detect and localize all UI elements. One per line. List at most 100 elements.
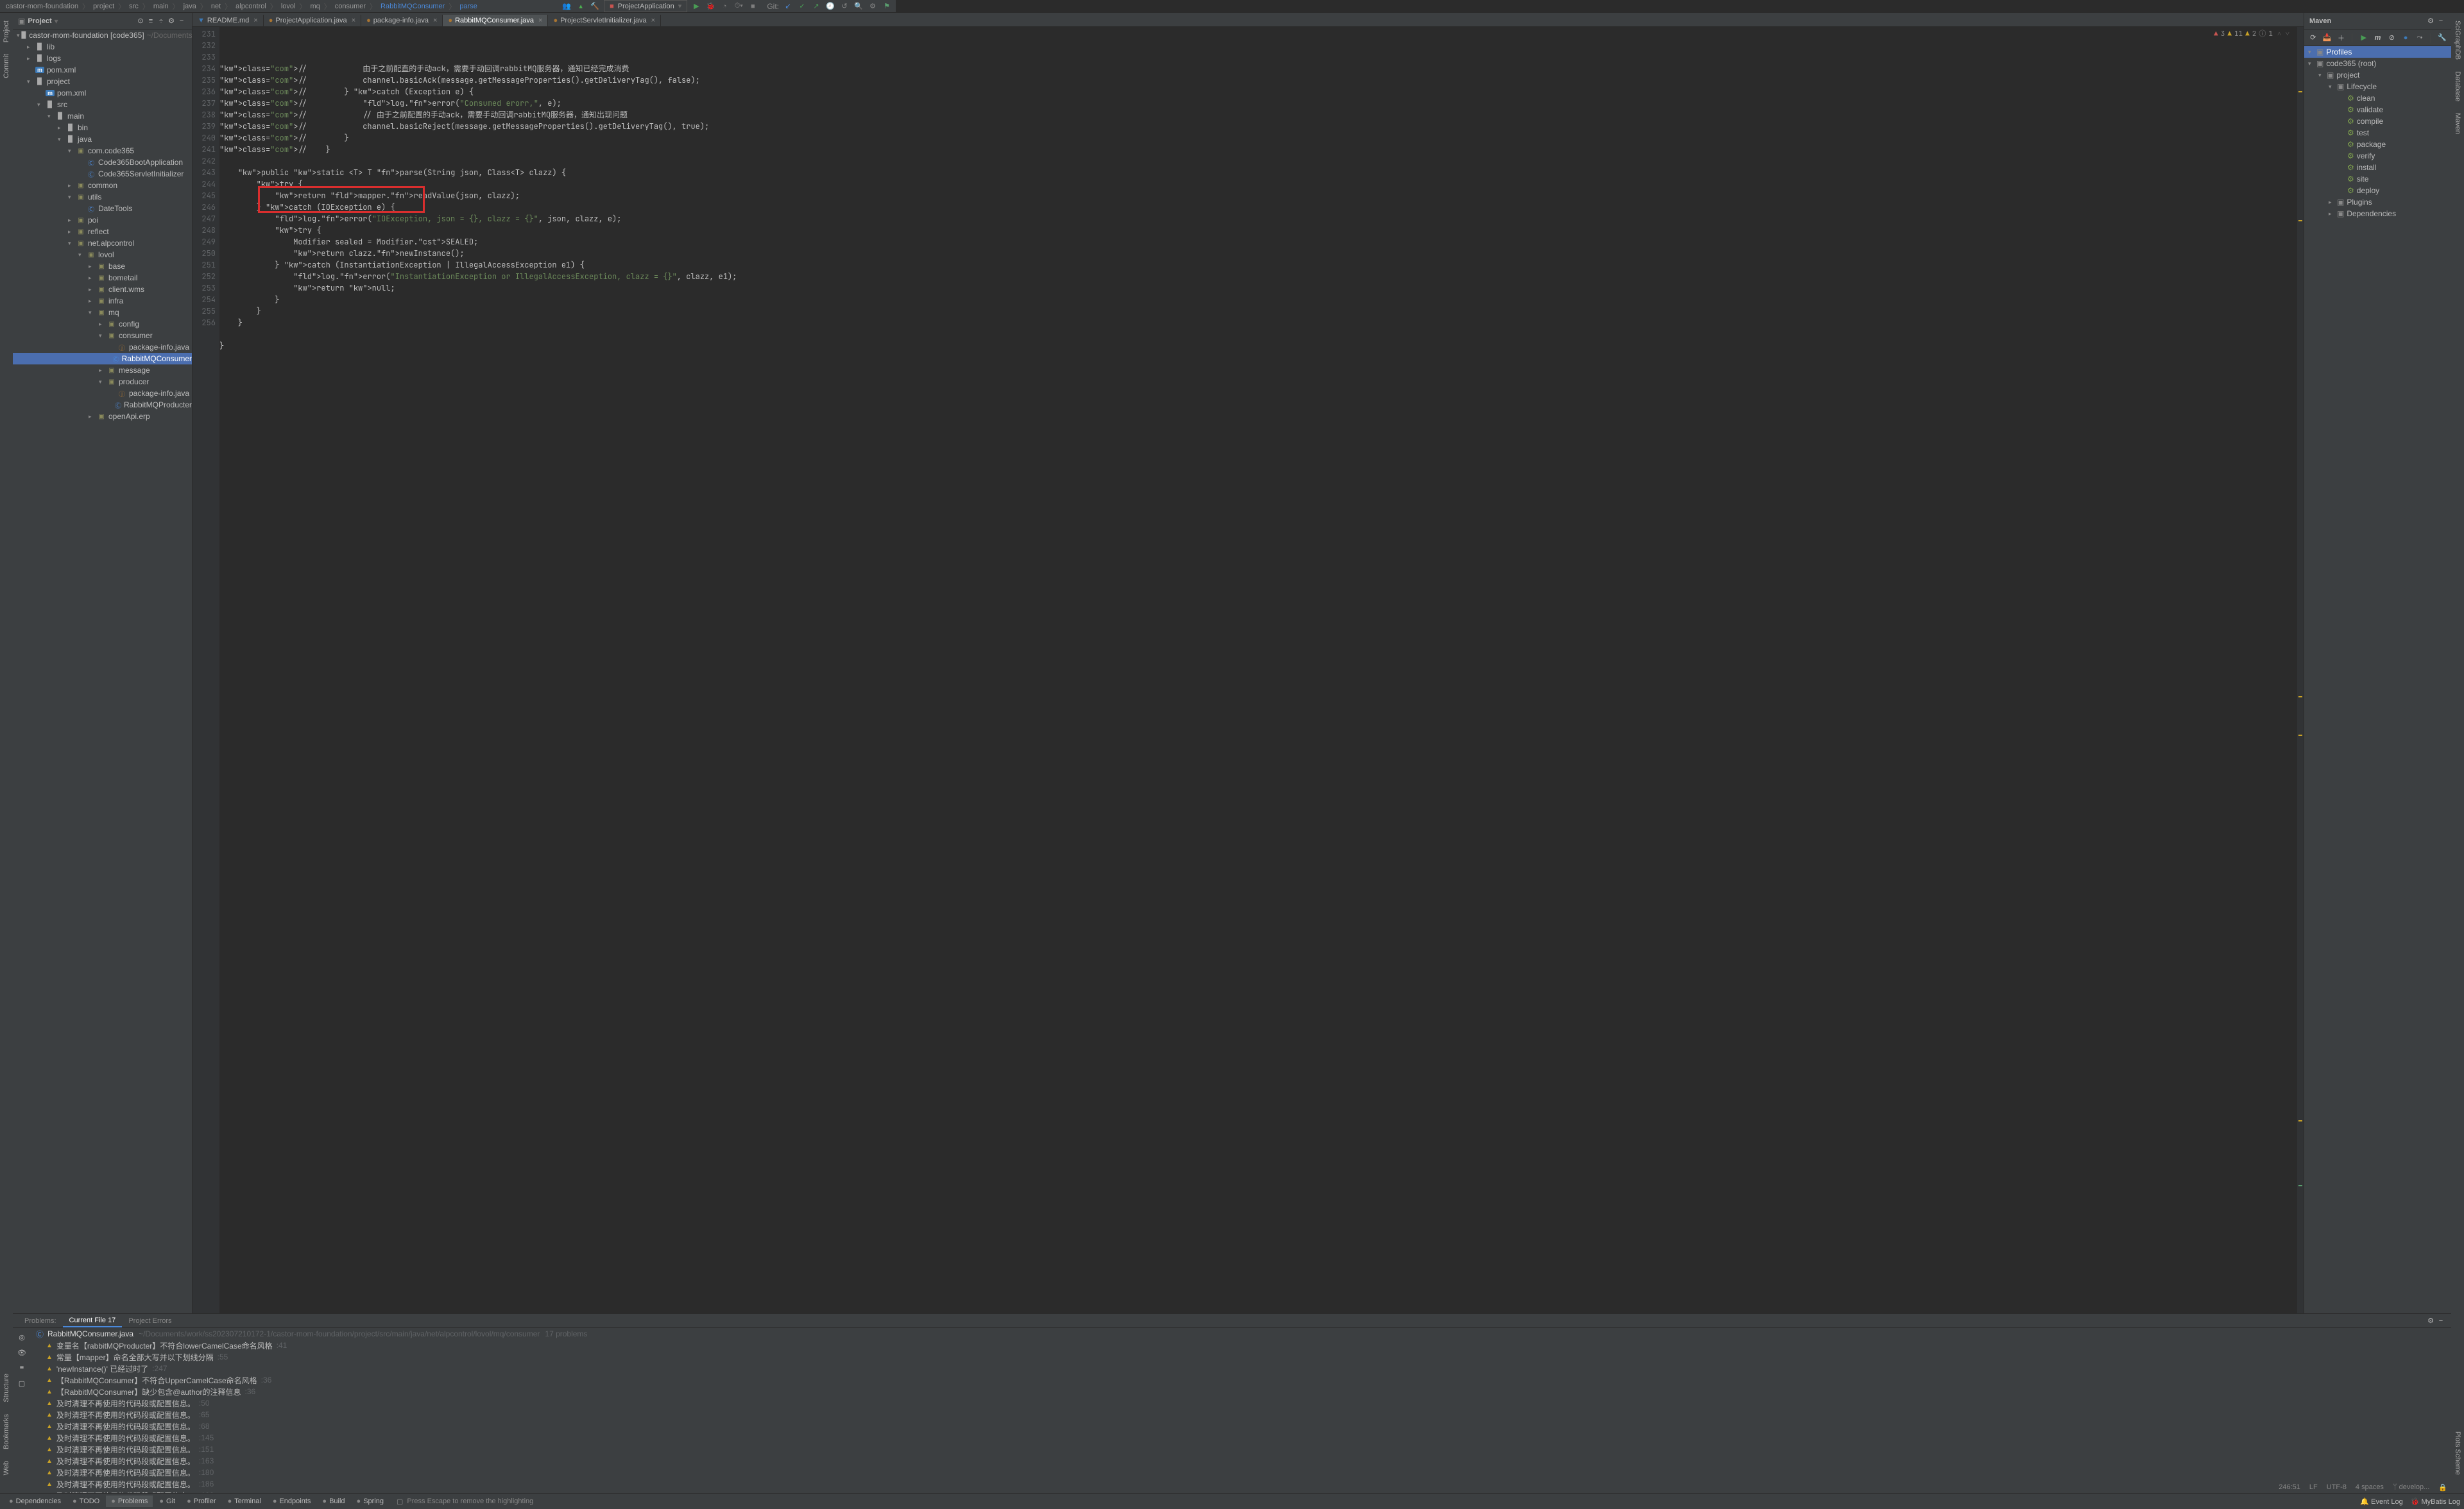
close-tab-icon[interactable]: ×: [651, 17, 655, 24]
tool-stripe-maven[interactable]: Maven: [2454, 113, 2461, 134]
tool-stripe-bookmarks[interactable]: Bookmarks: [3, 1414, 10, 1449]
tree-item[interactable]: ▾▉src: [13, 99, 192, 110]
problems-tab-project-errors[interactable]: Project Errors: [122, 1315, 178, 1327]
preview-icon[interactable]: 👁: [17, 1347, 27, 1358]
maven-item[interactable]: ▾▣Lifecycle: [2304, 81, 2451, 92]
build-icon[interactable]: 🔨: [590, 1, 600, 12]
tree-item[interactable]: ⒸDateTools: [13, 203, 192, 214]
maven-item[interactable]: ▾▣project: [2304, 69, 2451, 81]
tree-item[interactable]: mpom.xml: [13, 87, 192, 99]
settings-icon[interactable]: ⚙: [868, 1, 878, 12]
tree-item[interactable]: ▾▣lovol: [13, 249, 192, 260]
lock-icon[interactable]: 🔒: [2438, 1483, 2447, 1492]
tree-item[interactable]: ▸▣client.wms: [13, 284, 192, 295]
tree-item[interactable]: ▸▣config: [13, 318, 192, 330]
debug-button[interactable]: 🐞: [705, 1, 715, 12]
hide-maven-icon[interactable]: −: [2436, 16, 2446, 26]
breadcrumb-segment[interactable]: parse: [459, 3, 477, 10]
maven-wrench-icon[interactable]: 🔧: [2437, 33, 2447, 43]
problems-list[interactable]: ⒸRabbitMQConsumer.java~/Documents/work/s…: [31, 1328, 2451, 1493]
tree-item[interactable]: ▸▣openApi.erp: [13, 411, 192, 422]
vcs-history-icon[interactable]: 🕘: [825, 1, 835, 12]
user-avatars-icon[interactable]: 👥: [561, 1, 572, 12]
caret-position[interactable]: 246:51: [2279, 1483, 2300, 1492]
hide-panel-icon[interactable]: −: [176, 16, 187, 26]
problem-item[interactable]: ▲及时清理不再使用的代码段或配置信息。:186: [31, 1478, 2451, 1490]
expand-icon[interactable]: ≡: [17, 1363, 27, 1373]
bottom-tab-build[interactable]: ●Build: [317, 1496, 350, 1507]
tree-item[interactable]: ⒸRabbitMQConsumer: [13, 353, 192, 364]
editor-tab[interactable]: ●ProjectServletInitializer.java×: [548, 15, 661, 26]
maven-item[interactable]: ⚙compile: [2304, 115, 2451, 127]
breadcrumb-segment[interactable]: RabbitMQConsumer: [381, 3, 445, 10]
tree-item[interactable]: ▸▣bometail: [13, 272, 192, 284]
tree-item[interactable]: ⒸCode365ServletInitializer: [13, 168, 192, 180]
bottom-tab-problems[interactable]: ●Problems: [106, 1496, 153, 1507]
maven-item[interactable]: ⚙site: [2304, 173, 2451, 185]
tree-item[interactable]: ▸▣poi: [13, 214, 192, 226]
tree-item[interactable]: ▸▉logs: [13, 53, 192, 64]
vcs-commit-icon[interactable]: ✓: [797, 1, 807, 12]
tool-stripe-plots[interactable]: Plots Scheme: [2454, 1431, 2461, 1475]
breadcrumb-segment[interactable]: src: [129, 3, 139, 10]
generate-sources-icon[interactable]: 📥: [2322, 33, 2332, 43]
run-configuration-selector[interactable]: ■ProjectApplication▾: [604, 0, 687, 12]
maven-item[interactable]: ▾▣code365 (root): [2304, 58, 2451, 69]
encoding[interactable]: UTF-8: [2327, 1483, 2347, 1492]
skip-tests-icon[interactable]: ●: [2400, 33, 2411, 43]
expand-all-icon[interactable]: ≡: [146, 16, 156, 26]
panel-settings-icon[interactable]: ⚙: [166, 16, 176, 26]
bottom-tab-todo[interactable]: ●TODO: [67, 1496, 105, 1507]
refresh-icon[interactable]: ⟳: [2308, 33, 2318, 43]
bottom-tab-terminal[interactable]: ●Terminal: [223, 1496, 266, 1507]
run-button[interactable]: ▶: [691, 1, 701, 12]
breadcrumb-segment[interactable]: java: [184, 3, 196, 10]
close-tab-icon[interactable]: ×: [352, 17, 355, 24]
tree-item[interactable]: ⒸRabbitMQProducter: [13, 399, 192, 411]
tree-item[interactable]: ⓙpackage-info.java: [13, 341, 192, 353]
tree-item[interactable]: ▾▣producer: [13, 376, 192, 388]
maven-item[interactable]: ⚙clean: [2304, 92, 2451, 104]
event-log-button[interactable]: 🔔 Event Log: [2360, 1497, 2402, 1506]
tool-stripe-web[interactable]: Web: [3, 1461, 10, 1475]
maven-item[interactable]: ⚙deploy: [2304, 185, 2451, 196]
tool-stripe-project[interactable]: Project: [3, 21, 10, 42]
problem-item[interactable]: ▲'newInstance()' 已经过时了:247: [31, 1363, 2451, 1374]
tool-stripe-database[interactable]: Database: [2454, 71, 2461, 101]
problems-settings-icon[interactable]: ⚙: [2426, 1316, 2436, 1326]
problem-item[interactable]: ▲【RabbitMQConsumer】不符合UpperCamelCase命名风格…: [31, 1374, 2451, 1386]
tree-item[interactable]: ▸▣reflect: [13, 226, 192, 237]
inspection-summary[interactable]: ▲3 ▲11 ▲2 ⓘ1 ˄ ˅: [2214, 28, 2289, 40]
maven-item[interactable]: ▾▣Profiles: [2304, 46, 2451, 58]
problem-item[interactable]: ▲及时清理不再使用的代码段或配置信息。:65: [31, 1409, 2451, 1420]
problem-item[interactable]: ▲及时清理不再使用的代码段或配置信息。:163: [31, 1455, 2451, 1467]
vcs-update-icon[interactable]: ↙: [783, 1, 793, 12]
tree-item[interactable]: ▾▣com.code365: [13, 145, 192, 157]
tree-item[interactable]: ▾▣net.alpcontrol: [13, 237, 192, 249]
close-tab-icon[interactable]: ×: [253, 17, 257, 24]
code-area[interactable]: ▲3 ▲11 ▲2 ⓘ1 ˄ ˅ "kw">class="com">// 由于之…: [219, 27, 2297, 1313]
problem-item[interactable]: ▲【RabbitMQConsumer】缺少包含@author的注释信息:36: [31, 1386, 2451, 1397]
error-stripe[interactable]: [2297, 27, 2304, 1313]
maven-item[interactable]: ⚙install: [2304, 162, 2451, 173]
breadcrumb-segment[interactable]: castor-mom-foundation: [6, 3, 78, 10]
tree-item[interactable]: ▸▣common: [13, 180, 192, 191]
problem-item[interactable]: ▲及时清理不再使用的代码段或配置信息。:68: [31, 1420, 2451, 1432]
problem-item[interactable]: ▲变量名【rabbitMQProducter】不符合lowerCamelCase…: [31, 1340, 2451, 1351]
stop-button[interactable]: ■: [748, 1, 758, 12]
maven-item[interactable]: ▸▣Dependencies: [2304, 208, 2451, 219]
close-tab-icon[interactable]: ×: [538, 17, 542, 24]
tree-item[interactable]: ▸▣base: [13, 260, 192, 272]
problem-item[interactable]: ▲及时清理不再使用的代码段或配置信息。:180: [31, 1467, 2451, 1478]
collapse-all-icon[interactable]: ÷: [156, 16, 166, 26]
coverage-button[interactable]: ◔: [719, 1, 730, 12]
maven-item[interactable]: ⚙package: [2304, 139, 2451, 150]
maven-item[interactable]: ⚙verify: [2304, 150, 2451, 162]
add-project-icon[interactable]: ＋: [2336, 33, 2347, 43]
ide-plugin-icon[interactable]: ⚑: [882, 1, 892, 12]
editor-tab[interactable]: ●RabbitMQConsumer.java×: [443, 15, 548, 26]
problem-item[interactable]: ▲及时清理不再使用的代码段或配置信息。:50: [31, 1397, 2451, 1409]
tree-item[interactable]: ▸▉lib: [13, 41, 192, 53]
tree-item[interactable]: mpom.xml: [13, 64, 192, 76]
tree-item[interactable]: ▾▉project: [13, 76, 192, 87]
